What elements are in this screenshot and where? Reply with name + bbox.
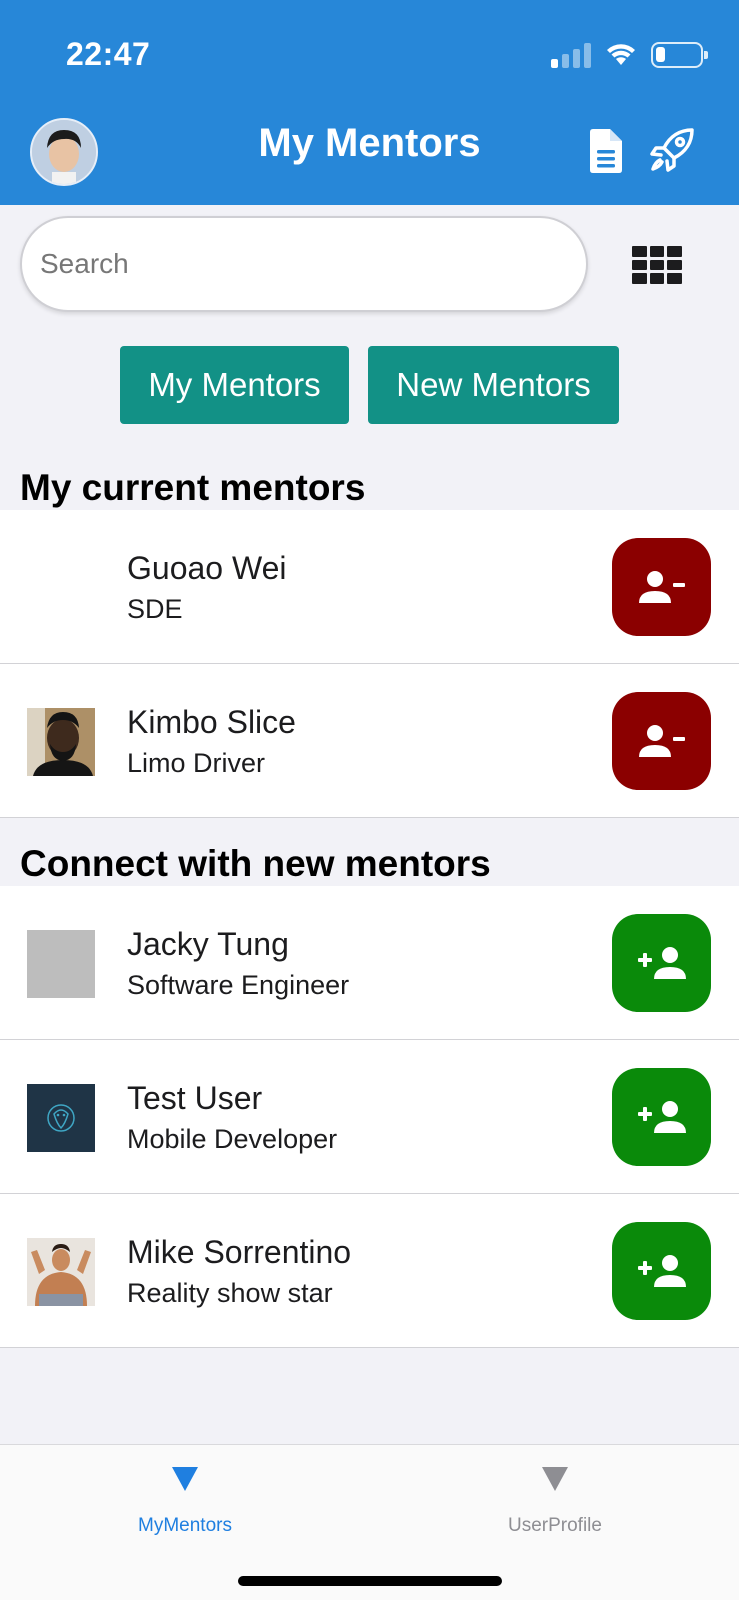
rocket-icon[interactable] bbox=[648, 126, 696, 174]
remove-mentor-button[interactable] bbox=[612, 538, 711, 636]
person-remove-icon bbox=[638, 725, 685, 757]
mentor-name: Mike Sorrentino bbox=[127, 1234, 352, 1270]
document-icon[interactable] bbox=[586, 128, 626, 174]
mentor-row[interactable]: Guoao Wei SDE bbox=[0, 510, 739, 664]
battery-icon bbox=[651, 42, 708, 68]
page-title: My Mentors bbox=[258, 121, 481, 165]
status-time: 22:47 bbox=[66, 36, 151, 72]
new-mentors-list: Jacky Tung Software Engineer Test User M… bbox=[0, 886, 739, 1348]
status-icons bbox=[551, 42, 708, 68]
new-mentors-button[interactable]: New Mentors bbox=[368, 346, 619, 424]
app-header: 22:47 My Mentors bbox=[0, 0, 739, 205]
mentor-role: SDE bbox=[127, 594, 183, 624]
add-mentor-button[interactable] bbox=[612, 914, 711, 1012]
mentor-role: Reality show star bbox=[127, 1278, 333, 1308]
person-add-icon bbox=[637, 1101, 686, 1133]
cellular-signal-icon bbox=[551, 42, 591, 68]
my-mentors-button[interactable]: My Mentors bbox=[120, 346, 349, 424]
mentor-role: Limo Driver bbox=[127, 748, 266, 778]
add-mentor-button[interactable] bbox=[612, 1222, 711, 1320]
tab-userprofile-icon bbox=[542, 1467, 568, 1491]
mentor-row[interactable]: Kimbo Slice Limo Driver bbox=[0, 664, 739, 818]
mentor-name: Jacky Tung bbox=[127, 926, 289, 962]
mentor-role: Software Engineer bbox=[127, 970, 350, 1000]
mentor-name: Guoao Wei bbox=[127, 550, 287, 586]
tab-mymentors-label: MyMentors bbox=[138, 1515, 232, 1536]
mentor-avatar bbox=[27, 708, 95, 776]
mentor-name: Test User bbox=[127, 1080, 263, 1116]
mentor-avatar bbox=[27, 1084, 95, 1152]
home-indicator bbox=[238, 1576, 502, 1586]
mentor-role: Mobile Developer bbox=[127, 1124, 338, 1154]
mentor-row[interactable]: Test User Mobile Developer bbox=[0, 1040, 739, 1194]
wifi-icon bbox=[607, 44, 635, 65]
remove-mentor-button[interactable] bbox=[612, 692, 711, 790]
mentor-name: Kimbo Slice bbox=[127, 704, 296, 740]
person-remove-icon bbox=[638, 571, 685, 603]
tab-mymentors[interactable]: MyMentors bbox=[85, 1467, 285, 1537]
tab-mymentors-icon bbox=[172, 1467, 198, 1491]
person-add-icon bbox=[637, 1255, 686, 1287]
mentor-row[interactable]: Jacky Tung Software Engineer bbox=[0, 886, 739, 1040]
mentor-row[interactable]: Mike Sorrentino Reality show star bbox=[0, 1194, 739, 1348]
mentor-avatar-placeholder bbox=[27, 930, 95, 998]
tab-userprofile-label: UserProfile bbox=[508, 1515, 602, 1536]
search-input[interactable] bbox=[20, 216, 588, 312]
tab-userprofile[interactable]: UserProfile bbox=[455, 1467, 655, 1537]
new-mentors-heading: Connect with new mentors bbox=[20, 843, 491, 884]
person-add-icon bbox=[637, 947, 686, 979]
add-mentor-button[interactable] bbox=[612, 1068, 711, 1166]
current-mentors-heading: My current mentors bbox=[20, 467, 366, 508]
grid-icon[interactable] bbox=[632, 246, 682, 284]
current-mentors-list: Guoao Wei SDE Kimbo Slice Limo Driver bbox=[0, 510, 739, 818]
mentor-avatar bbox=[27, 554, 95, 622]
mentor-avatar bbox=[27, 1238, 95, 1306]
